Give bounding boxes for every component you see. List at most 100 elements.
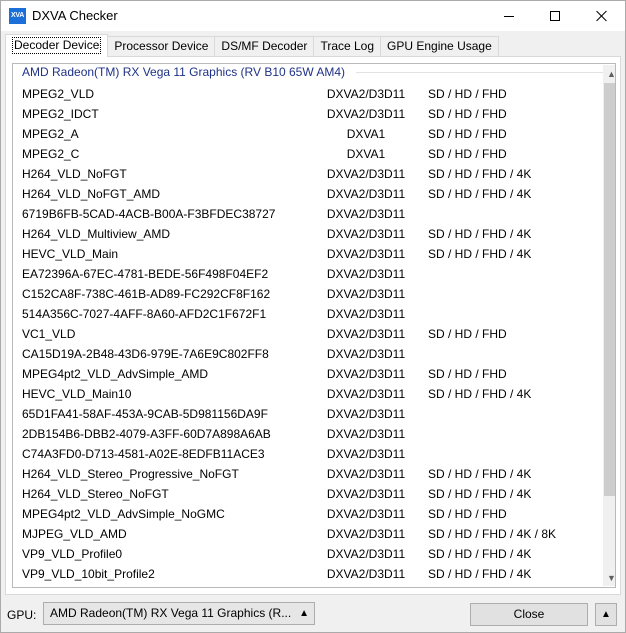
gpu-label: GPU: xyxy=(7,608,37,622)
minimize-button[interactable] xyxy=(486,1,532,31)
decoder-resolutions: SD / HD / FHD / 4K xyxy=(428,247,532,261)
decoder-name: H264_VLD_Stereo_NoFGT xyxy=(22,487,169,501)
decoder-api: DXVA2/D3D11 xyxy=(326,307,406,321)
tab-strip: Decoder Device Processor Device DS/MF De… xyxy=(5,34,499,57)
decoder-api: DXVA2/D3D11 xyxy=(326,467,406,481)
tab-ds-mf-decoder[interactable]: DS/MF Decoder xyxy=(215,36,315,57)
decoder-resolutions: SD / HD / FHD xyxy=(428,127,507,141)
decoder-name: 6719B6FB-5CAD-4ACB-B00A-F3BFDEC38727 xyxy=(22,207,276,221)
decoder-name: CA15D19A-2B48-43D6-979E-7A6E9C802FF8 xyxy=(22,347,269,361)
list-item[interactable]: H264_VLD_NoFGT DXVA2/D3D11 SD / HD / FHD /… xyxy=(13,164,601,184)
list-item[interactable]: VP9_VLD_Profile0 DXVA2/D3D11 SD / HD / FHD… xyxy=(13,544,601,564)
maximize-button[interactable] xyxy=(532,1,578,31)
list-item[interactable]: C152CA8F-738C-461B-AD89-FC292CF8F162 DXVA… xyxy=(13,284,601,304)
list-item[interactable]: VP9_VLD_10bit_Profile2 DXVA2/D3D11 SD / HD… xyxy=(13,564,601,584)
decoder-name: 65D1FA41-58AF-453A-9CAB-5D981156DA9F xyxy=(22,407,268,421)
list-item[interactable]: HEVC_VLD_Main10 DXVA2/D3D11 SD / HD / FHD … xyxy=(13,384,601,404)
list-item[interactable]: MPEG2_VLD DXVA2/D3D11 SD / HD / FHD xyxy=(13,84,601,104)
group-divider xyxy=(356,72,604,73)
decoder-resolutions: SD / HD / FHD / 4K xyxy=(428,547,532,561)
decoder-resolutions: SD / HD / FHD xyxy=(428,147,507,161)
decoder-api: DXVA2/D3D11 xyxy=(326,507,406,521)
tab-processor-device[interactable]: Processor Device xyxy=(108,36,216,57)
list-item[interactable]: H264_VLD_NoFGT_AMD DXVA2/D3D11 SD / HD / F… xyxy=(13,184,601,204)
decoder-resolutions: SD / HD / FHD / 4K xyxy=(428,187,532,201)
list-item[interactable]: CA15D19A-2B48-43D6-979E-7A6E9C802FF8 DXVA… xyxy=(13,344,601,364)
decoder-api: DXVA2/D3D11 xyxy=(326,247,406,261)
title-bar[interactable]: XVA DXVA Checker xyxy=(1,1,625,31)
list-item[interactable]: H264_VLD_Multiview_AMD DXVA2/D3D11 SD / HD… xyxy=(13,224,601,244)
decoder-name: MPEG2_C xyxy=(22,147,80,161)
decoder-api: DXVA1 xyxy=(346,147,386,161)
list-item[interactable]: C74A3FD0-D713-4581-A02E-8EDFB11ACE3 DXVA2… xyxy=(13,444,601,464)
list-item[interactable]: MPEG4pt2_VLD_AdvSimple_NoGMC DXVA2/D3D11 S… xyxy=(13,504,601,524)
decoder-name: C152CA8F-738C-461B-AD89-FC292CF8F162 xyxy=(22,287,271,301)
tab-label: Decoder Device xyxy=(12,37,102,54)
decoder-list[interactable]: AMD Radeon(TM) RX Vega 11 Graphics (RV B… xyxy=(12,63,616,588)
decoder-api: DXVA2/D3D11 xyxy=(326,287,406,301)
list-item[interactable]: H264_VLD_Stereo_NoFGT DXVA2/D3D11 SD / HD … xyxy=(13,484,601,504)
decoder-api: DXVA2/D3D11 xyxy=(326,227,406,241)
list-item[interactable]: VC1_VLD DXVA2/D3D11 SD / HD / FHD xyxy=(13,324,601,344)
close-icon xyxy=(596,10,608,22)
decoder-api: DXVA2/D3D11 xyxy=(326,427,406,441)
decoder-name: EA72396A-67EC-4781-BEDE-56F498F04EF2 xyxy=(22,267,269,281)
decoder-device-panel: AMD Radeon(TM) RX Vega 11 Graphics (RV B… xyxy=(5,56,621,595)
decoder-name: C74A3FD0-D713-4581-A02E-8EDFB11ACE3 xyxy=(22,447,265,461)
group-header: AMD Radeon(TM) RX Vega 11 Graphics (RV B… xyxy=(14,64,345,80)
list-item[interactable]: H264_VLD_Stereo_Progressive_NoFGT DXVA2/D… xyxy=(13,464,601,484)
tab-decoder-device[interactable]: Decoder Device xyxy=(5,34,109,57)
decoder-name: VP9_VLD_Profile0 xyxy=(22,547,123,561)
decoder-resolutions: SD / HD / FHD / 4K xyxy=(428,387,532,401)
decoder-name: MPEG2_VLD xyxy=(22,87,95,101)
tab-trace-log[interactable]: Trace Log xyxy=(314,36,382,57)
gpu-selected-value: AMD Radeon(TM) RX Vega 11 Graphics (R... xyxy=(50,606,292,620)
list-item[interactable]: 65D1FA41-58AF-453A-9CAB-5D981156DA9F DXVA… xyxy=(13,404,601,424)
decoder-api: DXVA2/D3D11 xyxy=(326,167,406,181)
decoder-resolutions: SD / HD / FHD / 4K xyxy=(428,487,532,501)
decoder-resolutions: SD / HD / FHD xyxy=(428,507,507,521)
scroll-up-arrow-icon[interactable]: ▲ xyxy=(603,65,615,82)
decoder-api: DXVA2/D3D11 xyxy=(326,207,406,221)
minimize-icon xyxy=(504,15,514,17)
close-window-button[interactable] xyxy=(579,1,625,31)
decoder-api: DXVA2/D3D11 xyxy=(326,347,406,361)
collapse-up-button[interactable]: ▲ xyxy=(595,603,617,626)
scrollbar-thumb[interactable] xyxy=(604,83,615,496)
list-item[interactable]: 6719B6FB-5CAD-4ACB-B00A-F3BFDEC38727 DXVA… xyxy=(13,204,601,224)
tab-gpu-engine-usage[interactable]: GPU Engine Usage xyxy=(381,36,499,57)
list-item[interactable]: MPEG2_IDCT DXVA2/D3D11 SD / HD / FHD xyxy=(13,104,601,124)
decoder-name: H264_VLD_NoFGT xyxy=(22,167,127,181)
close-button[interactable]: Close xyxy=(470,603,588,626)
decoder-resolutions: SD / HD / FHD / 4K xyxy=(428,227,532,241)
decoder-api: DXVA2/D3D11 xyxy=(326,447,406,461)
decoder-api: DXVA2/D3D11 xyxy=(326,387,406,401)
vertical-scrollbar[interactable]: ▲ ▼ xyxy=(603,65,615,586)
scroll-down-arrow-icon[interactable]: ▼ xyxy=(603,569,615,586)
gpu-select-dropdown[interactable]: AMD Radeon(TM) RX Vega 11 Graphics (R...… xyxy=(43,602,315,625)
decoder-resolutions: SD / HD / FHD xyxy=(428,107,507,121)
decoder-resolutions: SD / HD / FHD / 4K xyxy=(428,167,532,181)
chevron-up-icon: ▲ xyxy=(299,608,309,619)
decoder-api: DXVA2/D3D11 xyxy=(326,327,406,341)
list-item[interactable]: MJPEG_VLD_AMD DXVA2/D3D11 SD / HD / FHD / … xyxy=(13,524,601,544)
list-item[interactable]: MPEG2_A DXVA1 SD / HD / FHD xyxy=(13,124,601,144)
decoder-name: MJPEG_VLD_AMD xyxy=(22,527,127,541)
decoder-resolutions: SD / HD / FHD / 4K xyxy=(428,467,532,481)
list-item[interactable]: MPEG2_C DXVA1 SD / HD / FHD xyxy=(13,144,601,164)
decoder-name: MPEG4pt2_VLD_AdvSimple_NoGMC xyxy=(22,507,225,521)
window-title: DXVA Checker xyxy=(32,8,118,23)
list-item[interactable]: MPEG4pt2_VLD_AdvSimple_AMD DXVA2/D3D11 SD … xyxy=(13,364,601,384)
decoder-resolutions: SD / HD / FHD xyxy=(428,327,507,341)
list-item[interactable]: EA72396A-67EC-4781-BEDE-56F498F04EF2 DXVA… xyxy=(13,264,601,284)
decoder-api: DXVA2/D3D11 xyxy=(326,547,406,561)
decoder-name: MPEG2_A xyxy=(22,127,79,141)
app-logo-icon: XVA xyxy=(9,8,26,24)
decoder-name: 2DB154B6-DBB2-4079-A3FF-60D7A898A6AB xyxy=(22,427,271,441)
decoder-name: H264_VLD_Multiview_AMD xyxy=(22,227,171,241)
list-item[interactable]: 514A356C-7027-4AFF-8A60-AFD2C1F672F1 DXVA… xyxy=(13,304,601,324)
list-item[interactable]: 2DB154B6-DBB2-4079-A3FF-60D7A898A6AB DXVA… xyxy=(13,424,601,444)
group-header-label: AMD Radeon(TM) RX Vega 11 Graphics (RV B… xyxy=(22,65,346,79)
chevron-up-icon: ▲ xyxy=(601,609,611,620)
list-item[interactable]: HEVC_VLD_Main DXVA2/D3D11 SD / HD / FHD / … xyxy=(13,244,601,264)
